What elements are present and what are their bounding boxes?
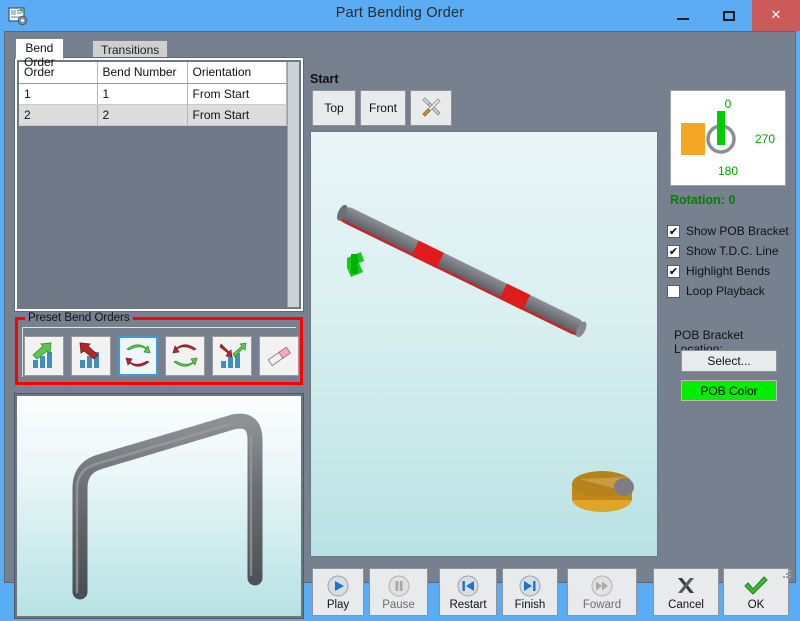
button-label: Finish	[514, 598, 546, 611]
checkbox-label: Highlight Bends	[686, 264, 771, 278]
preset-bend-orders-legend: Preset Bend Orders	[25, 312, 133, 324]
skip-start-icon	[457, 574, 479, 598]
pause-button[interactable]: Pause	[369, 568, 428, 616]
x-mark-icon	[674, 574, 698, 598]
checkbox-box	[667, 284, 680, 298]
play-icon	[327, 574, 349, 598]
view-settings-tools-button[interactable]	[410, 90, 452, 126]
cell-order: 2	[19, 104, 98, 126]
button-label: Pause	[382, 598, 415, 611]
play-button[interactable]: Play	[312, 568, 364, 616]
cell-orientation: From Start	[187, 104, 287, 126]
close-icon: ✕	[770, 8, 782, 23]
clear-bend-order-button[interactable]	[259, 336, 299, 376]
part-preview[interactable]	[14, 393, 304, 619]
green-arrow-up-bars-icon	[32, 342, 52, 368]
bend-order-grid-inner: Order Bend Number Orientation 1 1 From S…	[19, 62, 287, 307]
dial-label-bottom: 180	[718, 164, 738, 178]
red-arrow-down-bars-icon	[79, 342, 99, 368]
check-icon: ✔	[668, 224, 679, 238]
checkbox-loop-playback[interactable]: Loop Playback	[667, 282, 765, 300]
ascending-bend-order-button[interactable]	[24, 336, 64, 376]
rotation-status: Rotation: 0	[670, 193, 736, 207]
group-divider	[22, 327, 296, 328]
button-label: Restart	[449, 598, 487, 611]
resize-grip[interactable]	[781, 568, 793, 580]
maximize-icon	[723, 10, 735, 21]
cancel-button[interactable]: Cancel	[653, 568, 719, 616]
eraser-icon	[267, 346, 292, 367]
checkbox-highlight-bends[interactable]: ✔ Highlight Bends	[667, 262, 770, 280]
cell-orientation: From Start	[187, 83, 287, 105]
viewport-section-label: Start	[310, 72, 339, 86]
pob-select-button[interactable]: Select...	[681, 350, 777, 372]
column-header-orientation[interactable]: Orientation	[187, 62, 287, 84]
reverse-alternate-bend-order-button[interactable]	[165, 336, 205, 376]
dial-label-top: 0	[725, 97, 732, 111]
check-icon: ✔	[668, 264, 679, 278]
checkbox-box: ✔	[667, 244, 680, 258]
bend-die	[572, 471, 634, 512]
cell-bend-number: 1	[97, 83, 188, 105]
dial-label-right: 270	[755, 132, 775, 146]
button-label: Foward	[582, 598, 622, 611]
button-label: Play	[326, 598, 350, 611]
minimize-button[interactable]	[660, 0, 706, 31]
table-header-row: Order Bend Number Orientation	[19, 62, 287, 84]
checkbox-show-pob-bracket[interactable]: ✔ Show POB Bracket	[667, 222, 789, 240]
pause-icon	[388, 574, 410, 598]
application-window: Part Bending Order ✕ Bend Order Transiti…	[0, 0, 800, 619]
pob-bracket	[347, 252, 364, 277]
fast-forward-icon	[591, 574, 613, 598]
checkbox-box: ✔	[667, 264, 680, 278]
ok-button[interactable]: OK	[723, 568, 789, 616]
finish-button[interactable]: Finish	[502, 568, 558, 616]
alternate-bend-order-button[interactable]	[118, 336, 158, 376]
descending-bend-order-button[interactable]	[71, 336, 111, 376]
table-row[interactable]: 1 1 From Start	[19, 83, 287, 105]
checkbox-show-tdc-line[interactable]: ✔ Show T.D.C. Line	[667, 242, 779, 260]
bend-simulation-viewport[interactable]	[310, 131, 658, 557]
checkbox-label: Show T.D.C. Line	[686, 244, 779, 258]
group-divider-left	[22, 327, 23, 377]
button-label: OK	[747, 598, 765, 611]
view-front-button[interactable]: Front	[360, 90, 406, 126]
table-row[interactable]: 2 2 From Start	[19, 104, 287, 126]
red-green-arrows-bars-icon	[219, 342, 247, 368]
tab-bend-order[interactable]: Bend Order	[15, 38, 64, 69]
maximize-button[interactable]	[706, 0, 752, 31]
title-bar: Part Bending Order ✕	[0, 0, 800, 31]
rotation-indicator: 0 270 180	[670, 90, 786, 186]
view-top-button[interactable]: Top	[312, 90, 356, 126]
forward-button[interactable]: Foward	[567, 568, 637, 616]
checkbox-box: ✔	[667, 224, 680, 238]
minimize-icon	[677, 17, 689, 20]
column-header-bend-number[interactable]: Bend Number	[97, 62, 188, 84]
preset-bend-orders-group: Preset Bend Orders	[15, 312, 303, 385]
dialog-body: Bend Order Transitions Order Bend Number…	[4, 31, 796, 619]
dial-bracket-marker	[681, 123, 705, 155]
tab-transitions[interactable]: Transitions	[92, 40, 169, 59]
check-mark-icon	[743, 574, 769, 598]
skip-end-icon	[519, 574, 541, 598]
dial-tdc-indicator	[717, 111, 725, 145]
bend-order-grid[interactable]: Order Bend Number Orientation 1 1 From S…	[14, 57, 304, 312]
checkbox-label: Loop Playback	[686, 284, 765, 298]
cell-bend-number: 2	[97, 104, 188, 126]
green-red-swap-arrows-icon	[125, 344, 151, 367]
wrench-screwdriver-icon	[422, 97, 441, 117]
pob-color-button[interactable]: POB Color	[680, 379, 778, 402]
restart-button[interactable]: Restart	[439, 568, 497, 616]
close-button[interactable]: ✕	[752, 0, 800, 31]
red-green-swap-arrows-icon	[172, 344, 198, 367]
custom-bend-order-button[interactable]	[212, 336, 252, 376]
checkbox-label: Show POB Bracket	[686, 224, 789, 238]
check-icon: ✔	[668, 244, 679, 258]
grid-scrollbar[interactable]	[287, 62, 299, 307]
button-label: Cancel	[668, 598, 704, 611]
cell-order: 1	[19, 83, 98, 105]
